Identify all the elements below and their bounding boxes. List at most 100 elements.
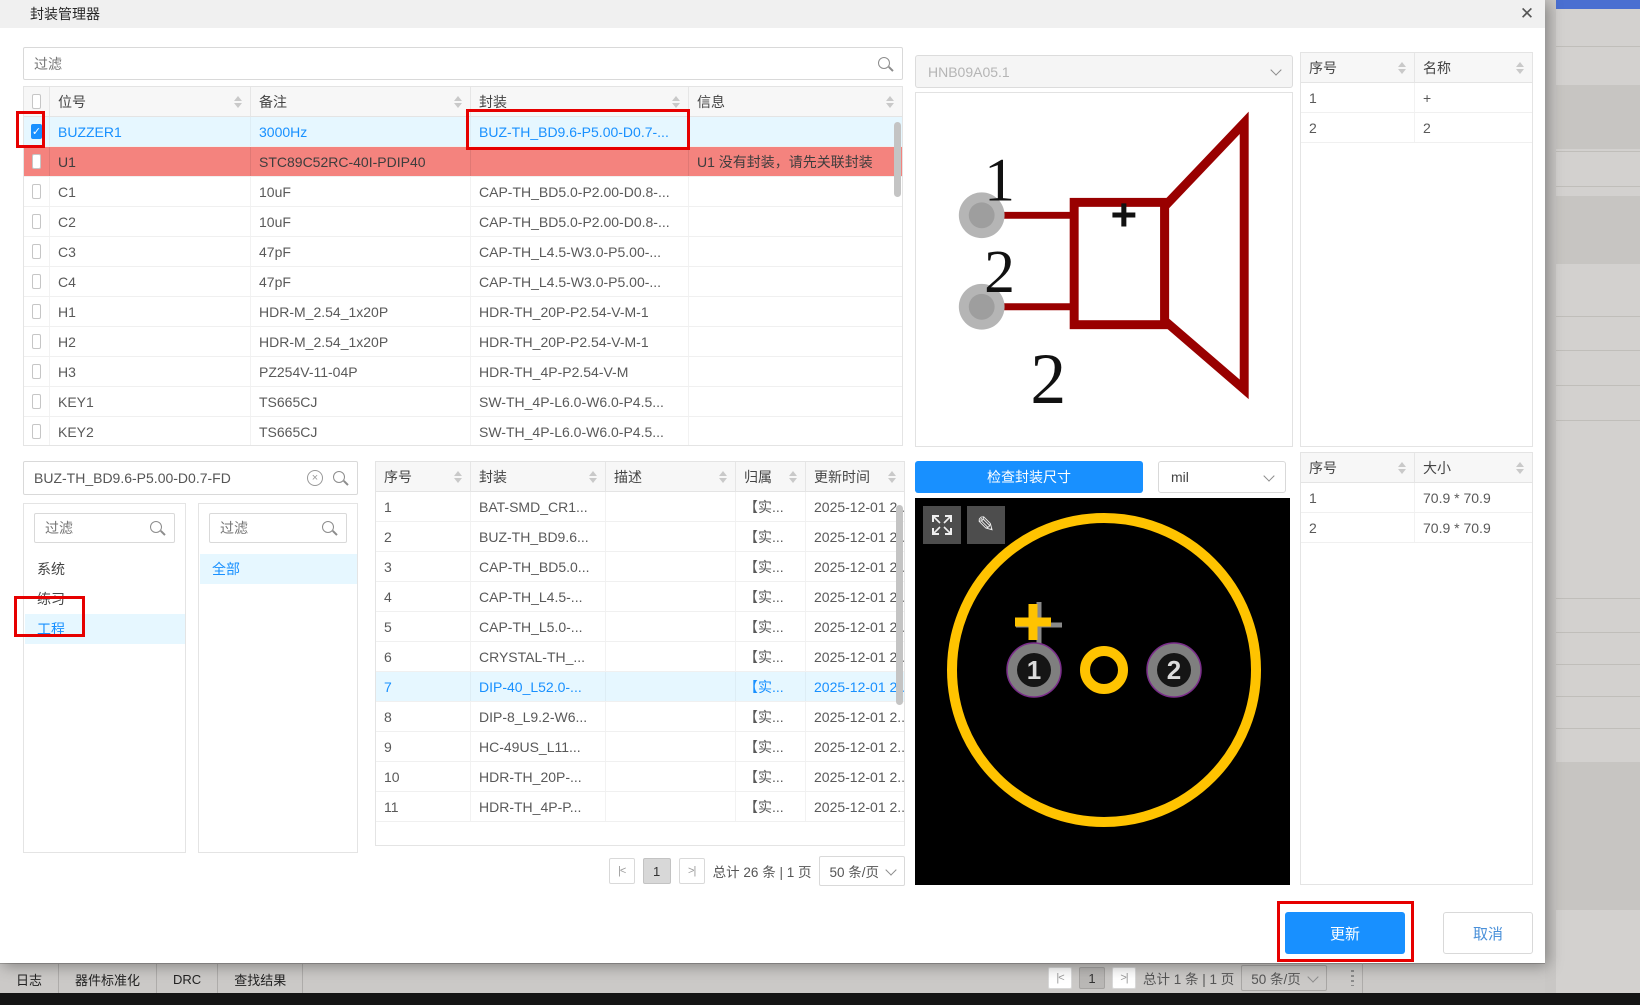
row-checkbox[interactable] — [32, 424, 41, 439]
search-icon[interactable] — [322, 521, 334, 533]
row-checkbox[interactable] — [32, 184, 41, 199]
row-checkbox[interactable] — [32, 214, 41, 229]
component-row[interactable]: C2 10uF CAP-TH_BD5.0-P2.00-D0.8-... — [24, 207, 902, 237]
library-row-selected[interactable]: 7 DIP-40_L52.0-... 【实... 2025-12-01 2... — [376, 672, 904, 702]
size-row[interactable]: 2 70.9 * 70.9 — [1301, 513, 1532, 543]
row-checkbox[interactable] — [32, 304, 41, 319]
sort-icon[interactable] — [1398, 62, 1406, 74]
background-block — [1556, 85, 1640, 149]
column-owner: 归属 — [744, 468, 772, 485]
component-row[interactable]: H3 PZ254V-11-04P HDR-TH_4P-P2.54-V-M — [24, 357, 902, 387]
first-page-button[interactable]: |< — [1048, 967, 1072, 989]
sort-icon[interactable] — [672, 96, 680, 108]
row-checkbox[interactable] — [30, 124, 43, 139]
library-row[interactable]: 8 DIP-8_L9.2-W6... 【实... 2025-12-01 2... — [376, 702, 904, 732]
row-checkbox[interactable] — [32, 244, 41, 259]
unit-select[interactable]: mil — [1158, 461, 1286, 493]
background-scrollbar[interactable] — [1545, 0, 1556, 993]
column-updated: 更新时间 — [814, 468, 870, 485]
column-comment: 备注 — [259, 93, 287, 110]
row-checkbox[interactable] — [32, 274, 41, 289]
scrollbar[interactable] — [894, 122, 901, 197]
tab-component-standardize[interactable]: 器件标准化 — [59, 964, 158, 994]
tab-search-results[interactable]: 查找结果 — [218, 964, 304, 994]
sort-icon[interactable] — [719, 471, 727, 483]
row-checkbox[interactable] — [32, 154, 41, 169]
component-row[interactable]: BUZZER1 3000Hz BUZ-TH_BD9.6-P5.00-D0.7-.… — [24, 117, 902, 147]
chevron-down-icon — [1270, 64, 1282, 76]
sort-icon[interactable] — [234, 96, 242, 108]
component-row[interactable]: KEY1 TS665CJ SW-TH_4P-L6.0-W6.0-P4.5... — [24, 387, 902, 417]
check-footprint-size-button[interactable]: 检查封装尺寸 — [915, 461, 1143, 493]
library-row[interactable]: 10 HDR-TH_20P-... 【实... 2025-12-01 2... — [376, 762, 904, 792]
search-icon[interactable] — [333, 471, 345, 483]
sort-icon[interactable] — [1516, 62, 1524, 74]
pin-row[interactable]: 2 2 — [1301, 113, 1532, 143]
column-size: 大小 — [1423, 459, 1451, 476]
footprint-preview-canvas[interactable]: 1 2 ✎ — [915, 498, 1290, 885]
component-row[interactable]: H1 HDR-M_2.54_1x20P HDR-TH_20P-P2.54-V-M… — [24, 297, 902, 327]
unit-value: mil — [1171, 469, 1189, 485]
first-page-button[interactable]: |< — [608, 858, 635, 884]
dialog-titlebar[interactable]: 封装管理器 ✕ — [0, 0, 1545, 28]
pin-row[interactable]: 1 + — [1301, 83, 1532, 113]
sort-icon[interactable] — [454, 471, 462, 483]
class-item-practice[interactable]: 练习 — [25, 584, 185, 614]
search-icon[interactable] — [150, 521, 162, 533]
page-size-select[interactable]: 50 条/页 — [1241, 965, 1327, 991]
row-checkbox[interactable] — [32, 364, 41, 379]
library-row[interactable]: 3 CAP-TH_BD5.0... 【实... 2025-12-01 2... — [376, 552, 904, 582]
sort-icon[interactable] — [888, 471, 896, 483]
library-row[interactable]: 4 CAP-TH_L4.5-... 【实... 2025-12-01 2... — [376, 582, 904, 612]
search-icon[interactable] — [878, 56, 890, 69]
scrollbar[interactable] — [896, 505, 903, 705]
close-icon[interactable]: ✕ — [1514, 2, 1540, 26]
component-row[interactable]: U1 STC89C52RC-40I-PDIP40 U1 没有封装，请先关联封装 — [24, 147, 902, 177]
pin-table: 序号 名称 1 + 2 2 — [1300, 52, 1533, 447]
symbol-variant-select[interactable]: HNB09A05.1 — [915, 55, 1293, 88]
library-row[interactable]: 5 CAP-TH_L5.0-... 【实... 2025-12-01 2... — [376, 612, 904, 642]
subclass-item-all[interactable]: 全部 — [200, 554, 357, 584]
class-item-system[interactable]: 系统 — [25, 554, 185, 584]
library-row[interactable]: 9 HC-49US_L11... 【实... 2025-12-01 2... — [376, 732, 904, 762]
component-row[interactable]: H2 HDR-M_2.54_1x20P HDR-TH_20P-P2.54-V-M… — [24, 327, 902, 357]
splitter-handle[interactable] — [1351, 970, 1354, 986]
row-checkbox[interactable] — [32, 334, 41, 349]
library-row[interactable]: 11 HDR-TH_4P-P... 【实... 2025-12-01 2... — [376, 792, 904, 822]
sort-icon[interactable] — [589, 471, 597, 483]
library-row[interactable]: 6 CRYSTAL-TH_... 【实... 2025-12-01 2... — [376, 642, 904, 672]
select-all-checkbox[interactable] — [32, 94, 41, 109]
sort-icon[interactable] — [1516, 462, 1524, 474]
component-row[interactable]: C1 10uF CAP-TH_BD5.0-P2.00-D0.8-... — [24, 177, 902, 207]
component-row[interactable]: C4 47pF CAP-TH_L4.5-W3.0-P5.00-... — [24, 267, 902, 297]
last-page-button[interactable]: >| — [678, 858, 705, 884]
clear-icon[interactable]: × — [307, 470, 323, 486]
current-page[interactable]: 1 — [642, 858, 671, 884]
tab-log[interactable]: 日志 — [0, 964, 60, 994]
sort-icon[interactable] — [454, 96, 462, 108]
tab-drc[interactable]: DRC — [157, 964, 219, 994]
last-page-button[interactable]: >| — [1112, 967, 1136, 989]
update-button[interactable]: 更新 — [1285, 912, 1405, 954]
expand-icon[interactable] — [923, 506, 961, 544]
column-designator: 位号 — [58, 93, 86, 110]
library-row[interactable]: 1 BAT-SMD_CR1... 【实... 2025-12-01 2... — [376, 492, 904, 522]
pagination-total: 总计 26 条 | 1 页 — [712, 865, 812, 880]
cancel-button[interactable]: 取消 — [1443, 912, 1533, 954]
bottom-pagination: |< 1 >| 总计 1 条 | 1 页 50 条/页 — [1048, 963, 1327, 993]
size-row[interactable]: 1 70.9 * 70.9 — [1301, 483, 1532, 513]
sort-icon[interactable] — [1398, 462, 1406, 474]
row-checkbox[interactable] — [32, 394, 41, 409]
edit-pencil-icon[interactable]: ✎ — [967, 506, 1005, 544]
component-filter-input[interactable] — [24, 48, 902, 79]
pad-size-table: 序号 大小 1 70.9 * 70.9 2 70.9 * 70.9 — [1300, 452, 1533, 885]
sort-icon[interactable] — [789, 471, 797, 483]
component-row[interactable]: C3 47pF CAP-TH_L4.5-W3.0-P5.00-... — [24, 237, 902, 267]
column-info: 信息 — [697, 93, 725, 110]
component-row[interactable]: KEY2 TS665CJ SW-TH_4P-L6.0-W6.0-P4.5... — [24, 417, 902, 445]
sort-icon[interactable] — [886, 96, 894, 108]
class-item-project[interactable]: 工程 — [25, 614, 185, 644]
current-page[interactable]: 1 — [1079, 967, 1105, 989]
library-row[interactable]: 2 BUZ-TH_BD9.6... 【实... 2025-12-01 2... — [376, 522, 904, 552]
page-size-select[interactable]: 50 条/页 — [819, 856, 905, 886]
